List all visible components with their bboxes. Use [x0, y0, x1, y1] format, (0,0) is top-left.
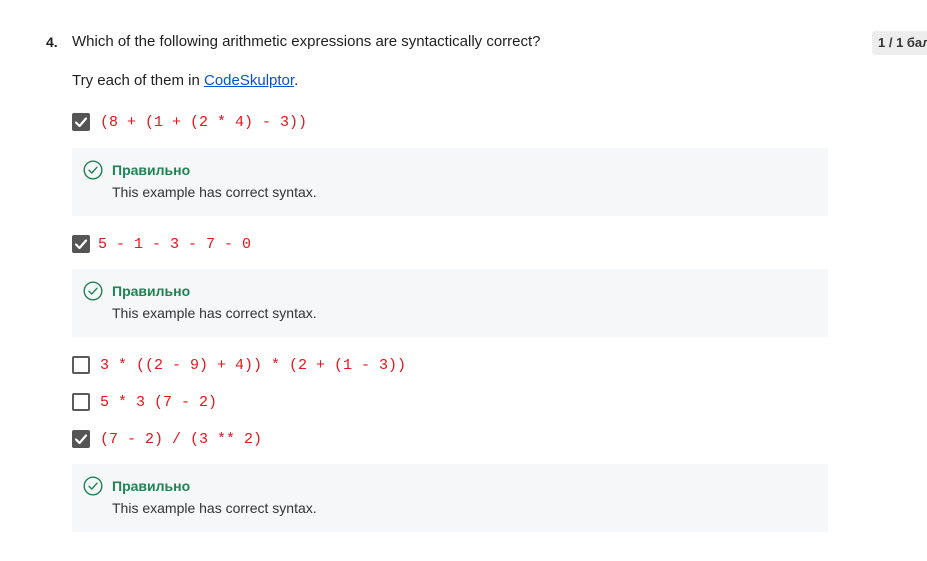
feedback-1-title: Правильно	[112, 162, 191, 178]
option-3-checkbox[interactable]	[72, 356, 90, 374]
check-circle-icon	[83, 160, 103, 180]
option-3[interactable]: 3 * ((2 - 9) + 4)) * (2 + (1 - 3))	[72, 355, 406, 375]
option-4-code: 5 * 3 (7 - 2)	[100, 393, 218, 411]
option-1[interactable]: (8 + (1 + (2 * 4) - 3))	[72, 112, 307, 132]
feedback-2: Правильно This example has correct synta…	[72, 269, 828, 337]
option-2-checkbox[interactable]	[72, 235, 90, 253]
option-4[interactable]: 5 * 3 (7 - 2)	[72, 392, 217, 412]
quiz-question: 4. Which of the following arithmetic exp…	[0, 0, 927, 561]
check-circle-icon	[83, 281, 103, 301]
score-badge: 1 / 1 бал	[872, 31, 927, 55]
question-text: Which of the following arithmetic expres…	[72, 33, 541, 50]
option-1-checkbox[interactable]	[72, 113, 90, 131]
option-2[interactable]: 5 - 1 - 3 - 7 - 0	[72, 234, 251, 254]
feedback-3-title: Правильно	[112, 478, 191, 494]
option-3-code: 3 * ((2 - 9) + 4)) * (2 + (1 - 3))	[100, 356, 407, 374]
option-2-code: 5 - 1 - 3 - 7 - 0	[98, 235, 252, 253]
instruction: Try each of them in CodeSkulptor.	[72, 72, 298, 89]
check-circle-icon	[83, 476, 103, 496]
feedback-3-text: This example has correct syntax.	[112, 500, 317, 516]
checkmark-icon	[74, 239, 88, 250]
checkmark-icon	[74, 434, 88, 445]
question-number: 4.	[46, 34, 58, 50]
feedback-1-text: This example has correct syntax.	[112, 184, 317, 200]
option-5-checkbox[interactable]	[72, 430, 90, 448]
instruction-prefix: Try each of them in	[72, 72, 204, 89]
feedback-2-text: This example has correct syntax.	[112, 305, 317, 321]
option-5-code: (7 - 2) / (3 ** 2)	[100, 430, 263, 448]
option-1-code: (8 + (1 + (2 * 4) - 3))	[100, 113, 308, 131]
checkmark-icon	[74, 117, 88, 128]
codeskulptor-link[interactable]: CodeSkulptor	[204, 72, 294, 89]
feedback-3: Правильно This example has correct synta…	[72, 464, 828, 532]
feedback-1: Правильно This example has correct synta…	[72, 148, 828, 216]
option-4-checkbox[interactable]	[72, 393, 90, 411]
feedback-2-title: Правильно	[112, 283, 191, 299]
option-5[interactable]: (7 - 2) / (3 ** 2)	[72, 429, 262, 449]
instruction-suffix: .	[294, 72, 299, 89]
